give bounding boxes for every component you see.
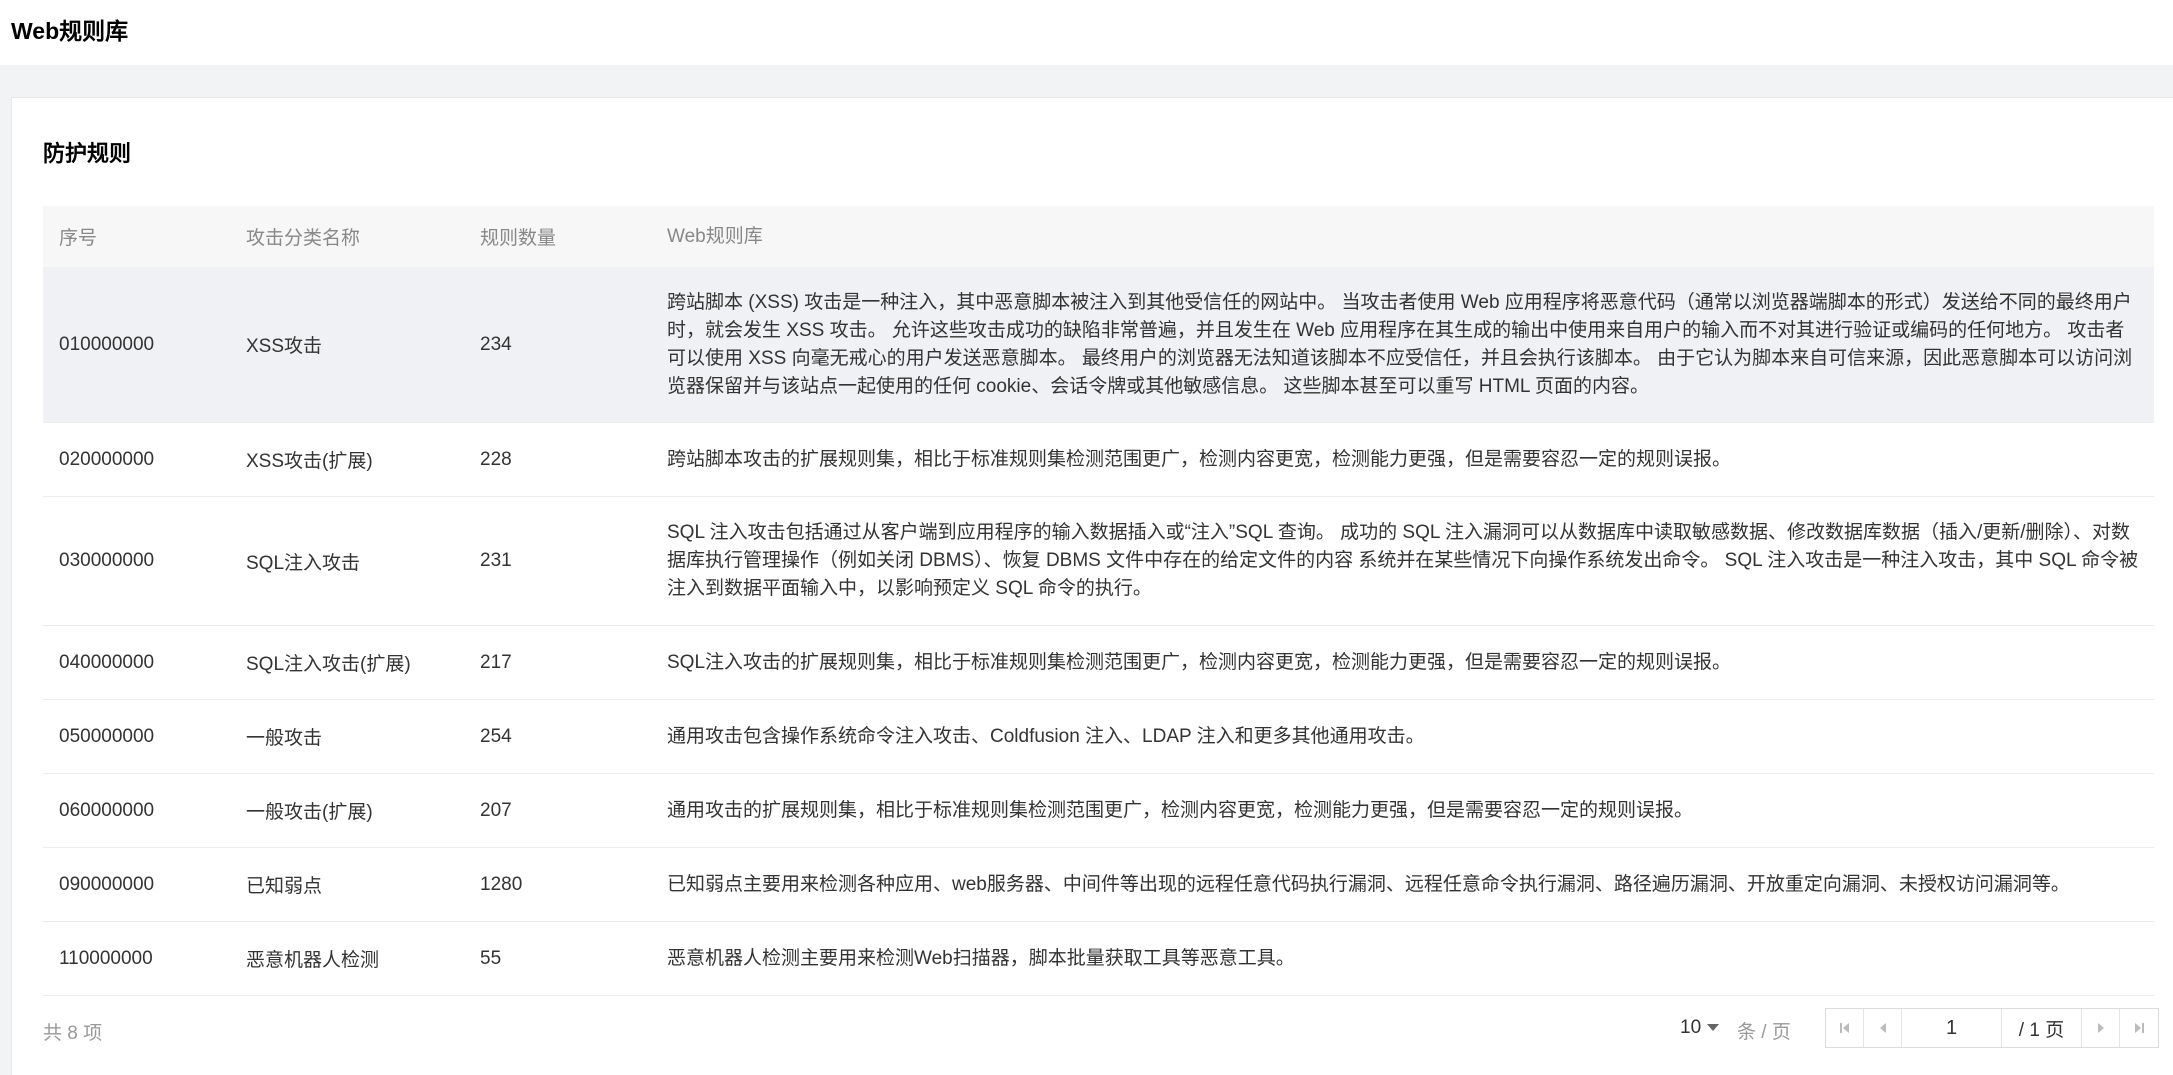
column-header-id: 序号 — [59, 228, 98, 249]
page-size-value: 10 — [1680, 1017, 1702, 1038]
cell-description: 通用攻击的扩展规则集，相比于标准规则集检测范围更广，检测内容更宽，检测能力更强，… — [667, 799, 1694, 821]
table-row[interactable]: 030000000 SQL注入攻击 231 SQL 注入攻击包括通过从客户端到应… — [43, 497, 2154, 626]
cell-category: XSS攻击 — [246, 336, 323, 357]
cell-id: 050000000 — [59, 725, 155, 747]
section-title: 防护规则 — [43, 141, 132, 166]
cell-id: 110000000 — [59, 947, 153, 969]
page-size-select[interactable]: 10 — [1680, 1017, 1720, 1039]
cell-id: 010000000 — [59, 333, 155, 355]
per-page-label: 条 / 页 — [1737, 1022, 1791, 1043]
cell-category: XSS攻击(扩展) — [246, 451, 373, 472]
cell-count: 207 — [480, 799, 512, 821]
cell-id: 090000000 — [59, 873, 155, 895]
last-page-icon[interactable] — [2120, 1009, 2158, 1047]
cell-description: 通用攻击包含操作系统命令注入攻击、Coldfusion 注入、LDAP 注入和更… — [667, 725, 1425, 747]
cell-description: SQL 注入攻击包括通过从客户端到应用程序的输入数据插入或“注入”SQL 查询。… — [667, 522, 2139, 599]
cell-description: SQL注入攻击的扩展规则集，相比于标准规则集检测范围更广，检测内容更宽，检测能力… — [667, 651, 1732, 673]
table-row[interactable]: 060000000 一般攻击(扩展) 207 通用攻击的扩展规则集，相比于标准规… — [43, 774, 2154, 848]
table-row[interactable]: 050000000 一般攻击 254 通用攻击包含操作系统命令注入攻击、Cold… — [43, 700, 2154, 774]
cell-id: 030000000 — [59, 550, 155, 571]
table-row[interactable]: 020000000 XSS攻击(扩展) 228 跨站脚本攻击的扩展规则集，相比于… — [43, 423, 2154, 497]
pagination: / 1 页 — [1825, 1008, 2159, 1048]
page-title: Web规则库 — [11, 18, 129, 44]
cell-count: 55 — [480, 947, 502, 969]
cell-count: 234 — [480, 333, 512, 355]
cell-id: 060000000 — [59, 799, 155, 821]
cell-category: SQL注入攻击(扩展) — [246, 654, 411, 675]
cell-category: 恶意机器人检测 — [246, 950, 380, 971]
cell-category: 已知弱点 — [246, 876, 323, 897]
column-header-count: 规则数量 — [480, 228, 557, 249]
top-bar: Web规则库 — [0, 0, 2173, 65]
column-header-category: 攻击分类名称 — [246, 228, 361, 249]
cell-category: 一般攻击(扩展) — [246, 802, 373, 823]
cell-description: 恶意机器人检测主要用来检测Web扫描器，脚本批量获取工具等恶意工具。 — [667, 947, 1295, 969]
cell-count: 254 — [480, 725, 512, 747]
table-row[interactable]: 090000000 已知弱点 1280 已知弱点主要用来检测各种应用、web服务… — [43, 848, 2154, 922]
cell-description: 已知弱点主要用来检测各种应用、web服务器、中间件等出现的远程任意代码执行漏洞、… — [667, 873, 2070, 895]
table-header: 序号 攻击分类名称 规则数量 Web规则库 — [43, 206, 2154, 267]
cell-category: 一般攻击 — [246, 728, 323, 749]
rules-table: 序号 攻击分类名称 规则数量 Web规则库 010000000 XSS攻击 23… — [43, 206, 2154, 996]
table-row[interactable]: 010000000 XSS攻击 234 跨站脚本 (XSS) 攻击是一种注入，其… — [43, 267, 2154, 423]
cell-count: 1280 — [480, 873, 523, 895]
total-count: 共 8 项 — [43, 1023, 103, 1044]
prev-page-icon[interactable] — [1864, 1009, 1902, 1047]
cell-count: 231 — [480, 550, 512, 571]
cell-description: 跨站脚本攻击的扩展规则集，相比于标准规则集检测范围更广，检测内容更宽，检测能力更… — [667, 448, 1732, 470]
cell-count: 217 — [480, 651, 512, 673]
cell-id: 020000000 — [59, 448, 155, 470]
rules-panel: 防护规则 序号 攻击分类名称 规则数量 Web规则库 010000000 XSS… — [11, 97, 2173, 1075]
first-page-icon[interactable] — [1826, 1009, 1864, 1047]
next-page-icon[interactable] — [2082, 1009, 2120, 1047]
table-row[interactable]: 110000000 恶意机器人检测 55 恶意机器人检测主要用来检测Web扫描器… — [43, 922, 2154, 996]
cell-id: 040000000 — [59, 651, 155, 673]
caret-down-icon — [1707, 1024, 1720, 1032]
cell-category: SQL注入攻击 — [246, 552, 361, 574]
column-header-description: Web规则库 — [667, 225, 763, 247]
total-pages-label: / 1 页 — [2002, 1009, 2082, 1047]
table-row[interactable]: 040000000 SQL注入攻击(扩展) 217 SQL注入攻击的扩展规则集，… — [43, 626, 2154, 700]
cell-count: 228 — [480, 448, 512, 470]
page-number-input[interactable] — [1902, 1009, 2002, 1047]
cell-description: 跨站脚本 (XSS) 攻击是一种注入，其中恶意脚本被注入到其他受信任的网站中。 … — [667, 291, 2133, 397]
